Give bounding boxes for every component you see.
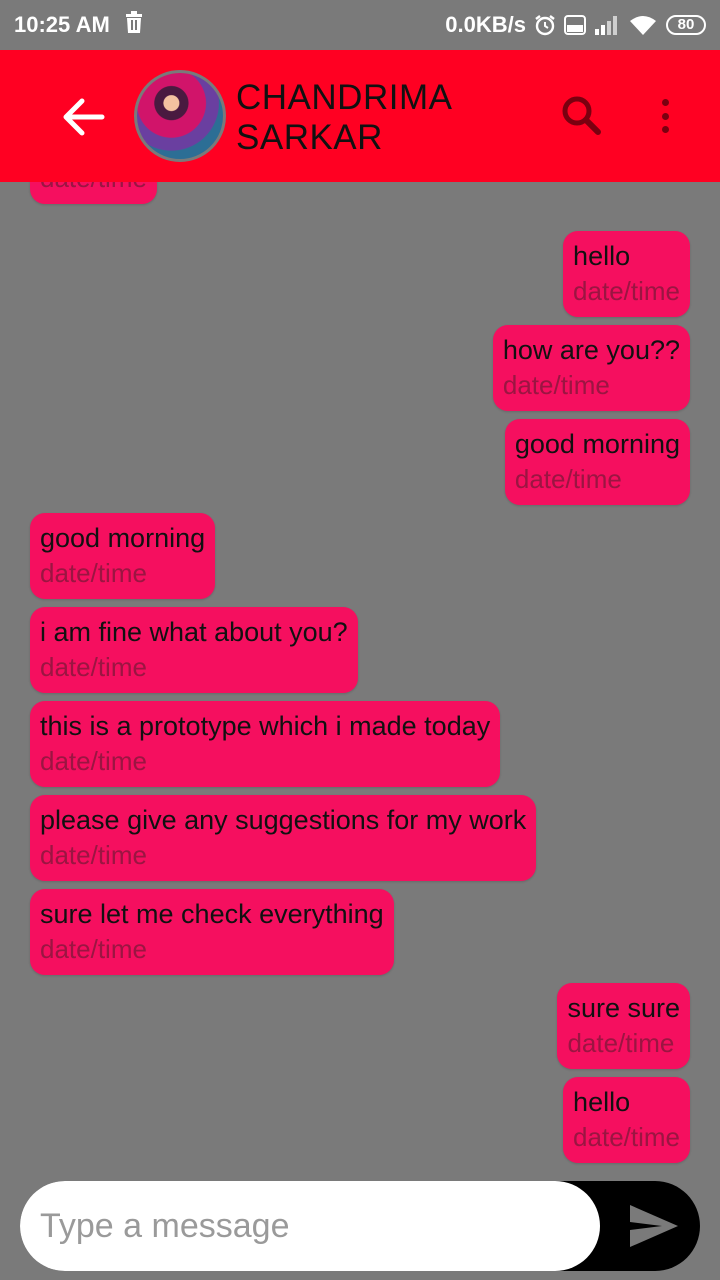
message-time: date/time [40, 652, 147, 682]
message-text: sure let me check everything [40, 899, 384, 929]
volte-icon [564, 15, 586, 35]
message-bubble[interactable]: sure let me check everything date/time [30, 889, 394, 975]
message-composer [20, 1181, 700, 1271]
message-text: good morning [514, 429, 680, 459]
arrow-left-icon [63, 98, 105, 136]
message-time: date/time [40, 558, 147, 588]
message-bubble[interactable]: how are you?? date/time [492, 325, 690, 411]
message-bubble[interactable]: hello date/time [563, 231, 690, 317]
message-bubble[interactable]: good morning date/time [504, 419, 690, 505]
message-list[interactable]: date/time hello date/time how are you?? … [0, 182, 720, 1172]
message-text: this is a prototype which i made today [40, 711, 491, 741]
message-time: date/time [573, 1122, 680, 1152]
battery-level: 80 [666, 15, 706, 35]
battery-icon: 80 [666, 15, 706, 35]
menu-dot [661, 126, 669, 133]
message-time: date/time [40, 182, 147, 196]
send-icon [630, 1205, 678, 1247]
message-text: sure sure [567, 993, 680, 1023]
message-bubble[interactable]: date/time [30, 182, 157, 204]
status-time: 10:25 AM [14, 12, 110, 37]
message-time: date/time [40, 934, 147, 964]
message-bubble[interactable]: this is a prototype which i made today d… [30, 701, 501, 787]
message-time: date/time [567, 1028, 675, 1058]
message-input[interactable] [20, 1181, 600, 1271]
message-text: i am fine what about you? [40, 617, 348, 647]
alarm-icon [534, 14, 556, 36]
message-text: please give any suggestions for my work [40, 805, 527, 835]
message-bubble[interactable]: good morning date/time [30, 513, 216, 599]
status-bar: 10:25 AM 0.0KB/s 80 [0, 0, 720, 50]
search-button[interactable] [560, 94, 602, 136]
menu-dot [661, 112, 669, 120]
signal-icon [594, 15, 620, 35]
message-text: hello [573, 241, 631, 271]
contact-avatar[interactable] [134, 70, 226, 162]
message-time: date/time [502, 370, 610, 400]
message-time: date/time [40, 746, 147, 776]
menu-dot [661, 99, 669, 106]
message-bubble[interactable]: i am fine what about you? date/time [30, 607, 358, 693]
trash-icon [124, 11, 144, 39]
search-icon [562, 96, 601, 135]
message-text: how are you?? [502, 335, 680, 365]
chat-header: CHANDRIMA SARKAR [0, 50, 720, 182]
message-bubble[interactable]: please give any suggestions for my work … [30, 795, 537, 881]
message-bubble[interactable]: hello date/time [563, 1077, 690, 1163]
more-vert-icon[interactable] [650, 96, 680, 136]
wifi-icon [628, 14, 658, 36]
net-speed: 0.0KB/s [445, 12, 526, 37]
back-button[interactable] [60, 94, 106, 140]
message-bubble[interactable]: sure sure date/time [557, 983, 690, 1069]
message-text: good morning [40, 523, 206, 553]
message-time: date/time [514, 464, 622, 494]
contact-name[interactable]: CHANDRIMA SARKAR [236, 78, 486, 158]
message-time: date/time [573, 276, 680, 306]
message-time: date/time [40, 840, 147, 870]
send-button[interactable] [628, 1203, 680, 1249]
message-text: hello [573, 1087, 631, 1117]
